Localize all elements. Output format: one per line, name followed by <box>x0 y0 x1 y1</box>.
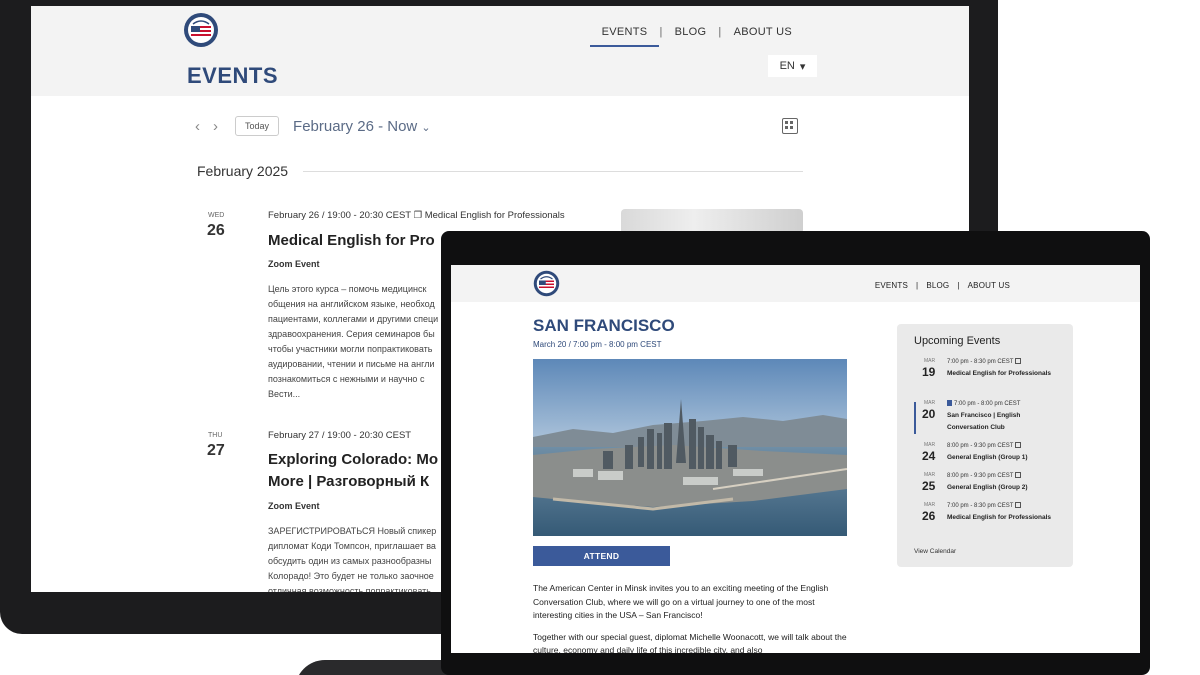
event-description: Цель этого курса – помочь медицинск обще… <box>268 284 439 399</box>
upcoming-day: 20 <box>922 407 936 421</box>
view-calendar-link[interactable]: View Calendar <box>914 548 956 555</box>
event-date: March 20 / 7:00 pm - 8:00 pm CEST <box>533 340 662 349</box>
upcoming-time: 7:00 pm - 8:00 pm CEST <box>947 400 1020 407</box>
bookmark-icon <box>947 400 952 406</box>
upcoming-name[interactable]: General English (Group 2) <box>947 482 1057 494</box>
upcoming-name[interactable]: San Francisco | English Conversation Clu… <box>947 410 1057 433</box>
event-title: SAN FRANCISCO <box>533 316 675 335</box>
recurring-icon <box>1015 472 1022 478</box>
main-nav: EVENTS | BLOG | ABOUT US <box>867 281 1018 290</box>
event-description: ЗАРЕГИСТРИРОВАТЬСЯ Новый спикер дипломат… <box>268 526 437 592</box>
upcoming-day: 25 <box>922 479 936 493</box>
calendar-toolbar: ‹ › Today February 26 - Now ⌄ <box>195 116 431 136</box>
nav-events[interactable]: EVENTS <box>589 26 660 47</box>
upcoming-month: MAR <box>924 502 936 508</box>
upcoming-time: 8:00 pm - 9:30 pm CEST <box>947 442 1022 449</box>
american-center-seal-icon[interactable] <box>533 270 560 297</box>
upcoming-events-panel: Upcoming Events MAR 19 7:00 pm - 8:30 pm… <box>897 324 1073 567</box>
event-meta: February 27 / 19:00 - 20:30 CEST <box>268 430 412 441</box>
description-paragraph: The American Center in Minsk invites you… <box>533 583 829 620</box>
san-francisco-skyline-image <box>533 359 847 536</box>
american-center-seal-icon[interactable] <box>183 12 219 48</box>
language-label: EN <box>779 60 795 72</box>
upcoming-day: 19 <box>922 365 936 379</box>
upcoming-time: 7:00 pm - 8:30 pm CEST <box>947 358 1022 365</box>
language-select[interactable]: EN ▾ <box>768 55 817 77</box>
nav-about[interactable]: ABOUT US <box>960 281 1018 290</box>
date-range-label: February 26 - Now <box>293 117 418 135</box>
upcoming-name[interactable]: General English (Group 1) <box>947 452 1057 464</box>
today-button[interactable]: Today <box>235 116 280 136</box>
event-weekday: WED <box>208 212 225 219</box>
upcoming-time-text: 7:00 pm - 8:30 pm CEST <box>947 359 1014 365</box>
nav-about[interactable]: ABOUT US <box>722 26 804 38</box>
month-heading: February 2025 <box>197 163 289 179</box>
event-description: The American Center in Minsk invites you… <box>533 582 853 653</box>
main-nav: EVENTS | BLOG | ABOUT US <box>589 26 804 47</box>
month-divider <box>303 171 803 172</box>
event-meta: February 26 / 19:00 - 20:30 CEST ❐ Medic… <box>268 210 565 221</box>
recurring-icon <box>1015 502 1022 508</box>
upcoming-month: MAR <box>924 472 936 478</box>
site-header: EVENTS | BLOG | ABOUT US <box>451 265 1140 302</box>
nav-blog[interactable]: BLOG <box>918 281 957 290</box>
upcoming-month: MAR <box>924 358 936 364</box>
event-weekday: THU <box>208 432 223 439</box>
upcoming-name[interactable]: Medical English for Professionals <box>947 368 1057 380</box>
upcoming-time: 7:00 pm - 8:30 pm CEST <box>947 502 1022 509</box>
tablet-device: EVENTS | BLOG | ABOUT US SAN FRANCISCO M… <box>441 231 1150 675</box>
tablet-screen: EVENTS | BLOG | ABOUT US SAN FRANCISCO M… <box>451 265 1140 653</box>
upcoming-month: MAR <box>924 400 936 406</box>
grid-list-icon[interactable] <box>782 118 798 134</box>
date-range-picker[interactable]: February 26 - Now ⌄ <box>293 118 431 135</box>
upcoming-time: 8:00 pm - 9:30 pm CEST <box>947 472 1022 479</box>
upcoming-event-item-current[interactable]: MAR 20 7:00 pm - 8:00 pm CEST San Franci… <box>897 400 1073 440</box>
upcoming-time-text: 7:00 pm - 8:00 pm CEST <box>954 401 1021 407</box>
upcoming-day: 24 <box>922 449 936 463</box>
event-day: 27 <box>207 442 225 459</box>
nav-events[interactable]: EVENTS <box>867 281 916 290</box>
recurring-icon <box>1015 358 1022 364</box>
event-location: Zoom Event <box>268 501 320 511</box>
site-header: EVENTS | BLOG | ABOUT US EVENTS EN ▾ <box>31 6 969 96</box>
next-arrow-icon[interactable]: › <box>213 118 223 135</box>
upcoming-event-item[interactable]: MAR 19 7:00 pm - 8:30 pm CEST Medical En… <box>897 358 1073 398</box>
upcoming-day: 26 <box>922 509 936 523</box>
upcoming-time-text: 8:00 pm - 9:30 pm CEST <box>947 473 1014 479</box>
prev-arrow-icon[interactable]: ‹ <box>195 118 205 135</box>
description-paragraph: Together with our special guest, diploma… <box>533 631 847 654</box>
recurring-icon <box>1015 442 1022 448</box>
chevron-down-icon: ▾ <box>799 60 806 73</box>
event-day: 26 <box>207 222 225 239</box>
upcoming-name[interactable]: Medical English for Professionals <box>947 512 1057 524</box>
upcoming-time-text: 8:00 pm - 9:30 pm CEST <box>947 443 1014 449</box>
event-location: Zoom Event <box>268 259 320 269</box>
upcoming-time-text: 7:00 pm - 8:30 pm CEST <box>947 503 1014 509</box>
nav-blog[interactable]: BLOG <box>663 26 719 38</box>
attend-button[interactable]: ATTEND <box>533 546 670 566</box>
chevron-down-icon: ⌄ <box>421 121 431 134</box>
page-title: EVENTS <box>187 63 279 88</box>
upcoming-month: MAR <box>924 442 936 448</box>
upcoming-events-title: Upcoming Events <box>914 335 1001 347</box>
upcoming-event-item[interactable]: MAR 26 7:00 pm - 8:30 pm CEST Medical En… <box>897 502 1073 542</box>
